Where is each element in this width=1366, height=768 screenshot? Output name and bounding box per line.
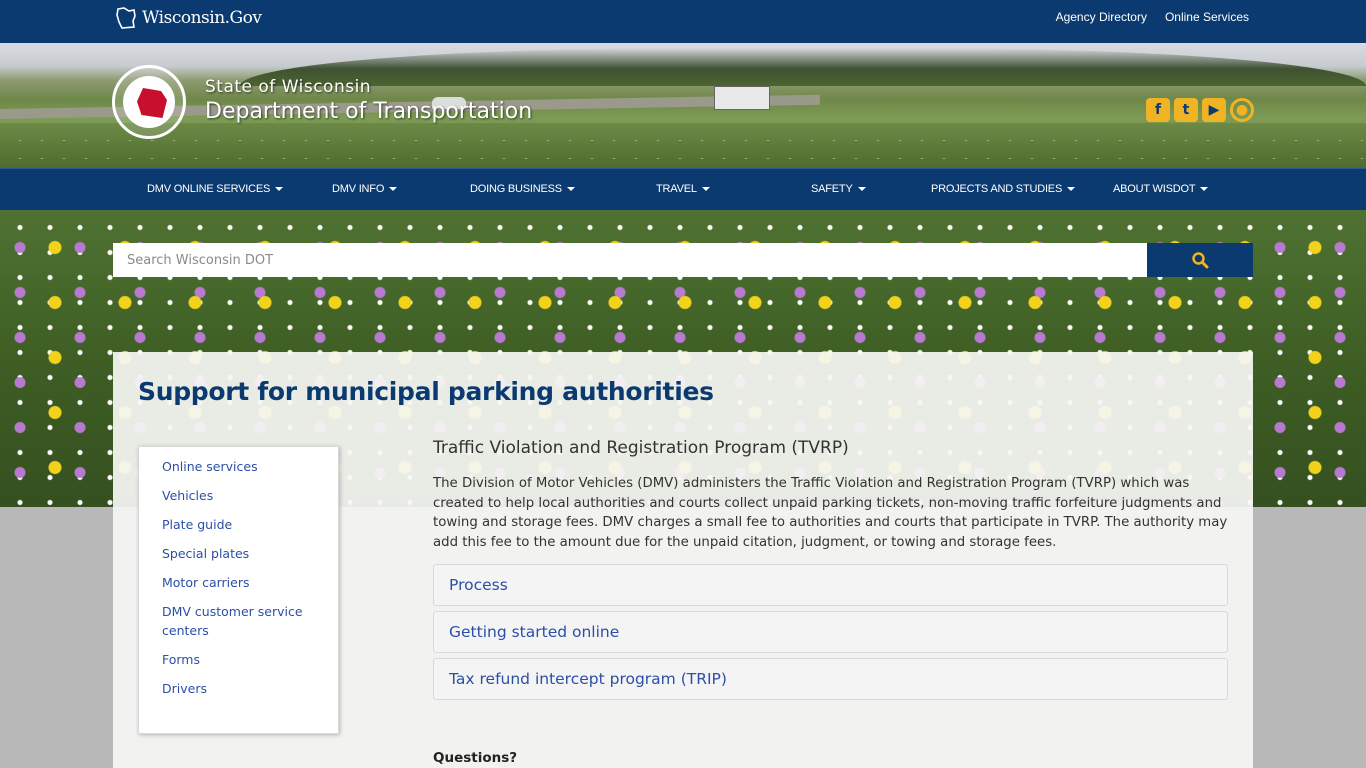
caret-down-icon	[857, 187, 866, 192]
sidebar-item-vehicles[interactable]: Vehicles	[139, 486, 338, 505]
department-name: Department of Transportation	[205, 99, 533, 124]
sidebar-item-dmv-customer-service-centers[interactable]: DMV customer service centers	[139, 602, 338, 640]
state-name: State of Wisconsin	[205, 77, 372, 97]
search-button[interactable]	[1147, 243, 1253, 277]
sidebar-item-drivers[interactable]: Drivers	[139, 679, 338, 698]
questions-heading: Questions?	[433, 750, 518, 766]
sidebar-item-forms[interactable]: Forms	[139, 650, 338, 669]
search-icon	[1192, 252, 1209, 269]
online-services-link[interactable]: Online Services	[1165, 10, 1249, 24]
caret-down-icon	[389, 187, 398, 192]
nav-projects-and-studies[interactable]: PROJECTS AND STUDIES	[931, 183, 1076, 195]
nav-dmv-info[interactable]: DMV INFO	[332, 183, 398, 195]
caret-down-icon	[1067, 187, 1076, 192]
section-heading: Traffic Violation and Registration Progr…	[433, 438, 849, 458]
facebook-icon[interactable]: f	[1146, 98, 1170, 122]
nav-label: TRAVEL	[656, 183, 697, 195]
accordion-item-process[interactable]: Process	[433, 563, 1228, 606]
nav-label: PROJECTS AND STUDIES	[931, 183, 1063, 195]
department-title[interactable]: State of Wisconsin Department of Transpo…	[205, 77, 532, 124]
wisconsin-gov-text: Wisconsin.Gov	[142, 8, 262, 28]
nav-doing-business[interactable]: DOING BUSINESS	[470, 183, 575, 195]
article-content: Traffic Violation and Registration Progr…	[433, 438, 1228, 705]
main-nav: DMV ONLINE SERVICES DMV INFO DOING BUSIN…	[0, 168, 1366, 210]
sidebar-item-plate-guide[interactable]: Plate guide	[139, 515, 338, 534]
wisconsin-map-icon	[116, 7, 136, 29]
site-header: State of Wisconsin Department of Transpo…	[0, 43, 1366, 168]
search-input[interactable]	[113, 243, 1147, 277]
nav-label: SAFETY	[811, 183, 853, 195]
sidebar-item-online-services[interactable]: Online services	[139, 457, 338, 476]
caret-down-icon	[566, 187, 575, 192]
nav-label: ABOUT WISDOT	[1113, 183, 1196, 195]
twitter-icon[interactable]: t	[1174, 98, 1198, 122]
nav-label: DMV INFO	[332, 183, 385, 195]
nav-about-wisdot[interactable]: ABOUT WISDOT	[1113, 183, 1209, 195]
caret-down-icon	[275, 187, 284, 192]
podcast-icon[interactable]: ●	[1230, 98, 1254, 122]
accordion: Process Getting started online Tax refun…	[433, 563, 1228, 700]
sidebar-item-special-plates[interactable]: Special plates	[139, 544, 338, 563]
caret-down-icon	[701, 187, 710, 192]
nav-dmv-online-services[interactable]: DMV ONLINE SERVICES	[147, 183, 284, 195]
social-links: f t ▶ ●	[1146, 98, 1254, 122]
top-links: Agency Directory Online Services	[1056, 10, 1249, 24]
caret-down-icon	[1200, 187, 1209, 192]
nav-label: DOING BUSINESS	[470, 183, 562, 195]
wisconsin-gov-logo[interactable]: Wisconsin.Gov	[114, 6, 262, 30]
page-title: Support for municipal parking authoritie…	[138, 377, 714, 406]
wisdot-seal[interactable]	[112, 65, 186, 139]
accordion-item-tax-refund-intercept[interactable]: Tax refund intercept program (TRIP)	[433, 657, 1228, 700]
header-background-flowers	[0, 123, 1366, 168]
nav-label: DMV ONLINE SERVICES	[147, 183, 271, 195]
nav-safety[interactable]: SAFETY	[811, 183, 866, 195]
header-background-truck	[714, 86, 770, 110]
main-content-panel: Support for municipal parking authoritie…	[113, 352, 1253, 768]
top-bar: Wisconsin.Gov Agency Directory Online Se…	[0, 0, 1366, 43]
agency-directory-link[interactable]: Agency Directory	[1056, 10, 1147, 24]
accordion-item-getting-started-online[interactable]: Getting started online	[433, 610, 1228, 653]
sidebar-item-motor-carriers[interactable]: Motor carriers	[139, 573, 338, 592]
youtube-icon[interactable]: ▶	[1202, 98, 1226, 122]
sidebar-nav: Online services Vehicles Plate guide Spe…	[138, 446, 339, 734]
section-paragraph: The Division of Motor Vehicles (DMV) adm…	[433, 476, 1228, 551]
nav-travel[interactable]: TRAVEL	[656, 183, 710, 195]
